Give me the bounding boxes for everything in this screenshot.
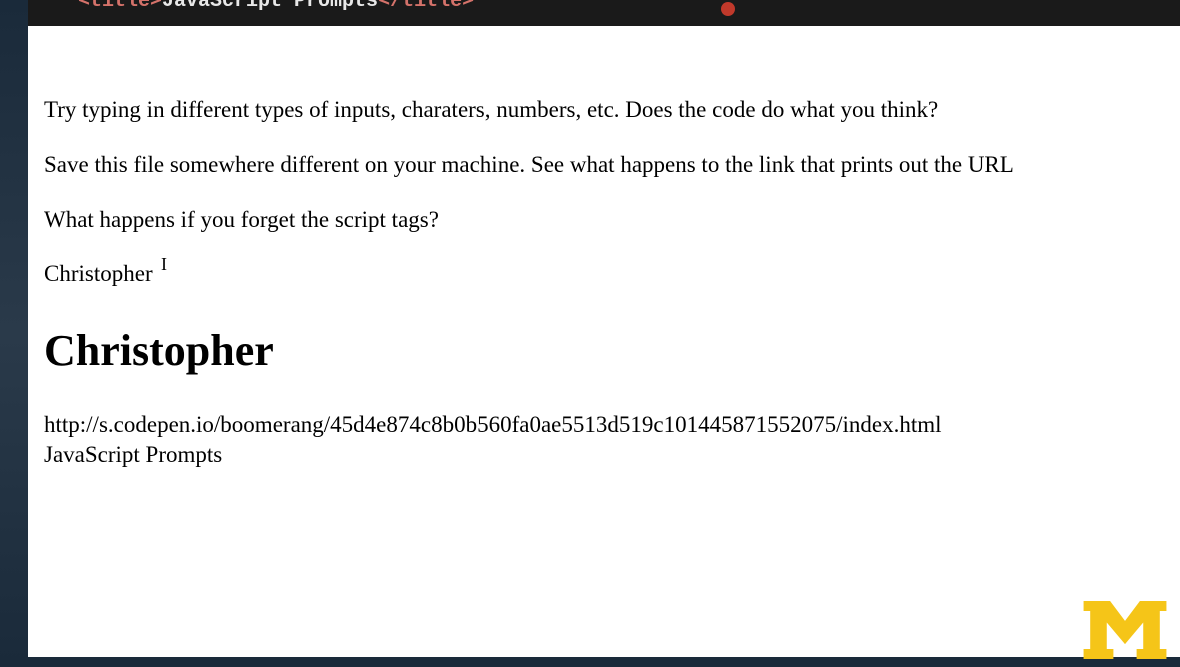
editor-bar: <title>JavaScript Prompts</title>	[28, 0, 1180, 26]
editor-code-line: <title>JavaScript Prompts</title>	[78, 0, 474, 13]
paragraph-instructions-1: Try typing in different types of inputs,…	[44, 96, 1164, 125]
editor-title-text: JavaScript Prompts	[162, 0, 378, 13]
paragraph-instructions-2: Save this file somewhere different on yo…	[44, 151, 1164, 180]
editor-tag-close: </title>	[378, 0, 474, 13]
name-heading: Christopher	[44, 325, 1164, 376]
page-title: JavaScript Prompts	[44, 440, 1164, 470]
name-text-small: Christopher	[44, 260, 1164, 289]
error-dot-icon	[721, 2, 735, 16]
paragraph-instructions-3: What happens if you forget the script ta…	[44, 206, 1164, 235]
page-url: http://s.codepen.io/boomerang/45d4e874c8…	[44, 410, 1164, 440]
browser-page: Try typing in different types of inputs,…	[28, 26, 1180, 657]
editor-tag-open: <title>	[78, 0, 162, 13]
michigan-logo-icon	[1082, 601, 1168, 659]
